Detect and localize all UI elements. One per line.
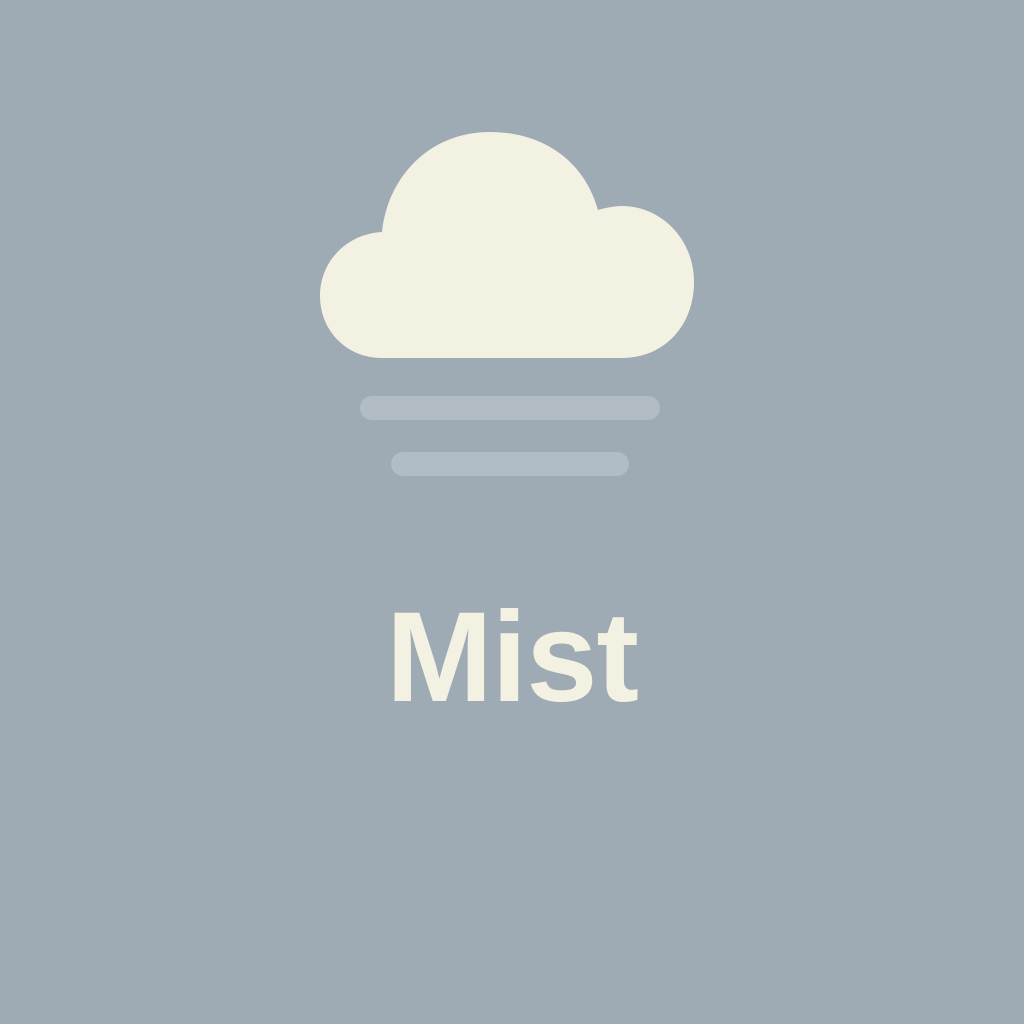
cloud-icon (320, 132, 694, 358)
weather-screen: { "weather": { "condition": "Mist", "ico… (0, 0, 1024, 1024)
weather-condition-label: Mist (386, 586, 639, 729)
mist-icon (320, 132, 694, 476)
